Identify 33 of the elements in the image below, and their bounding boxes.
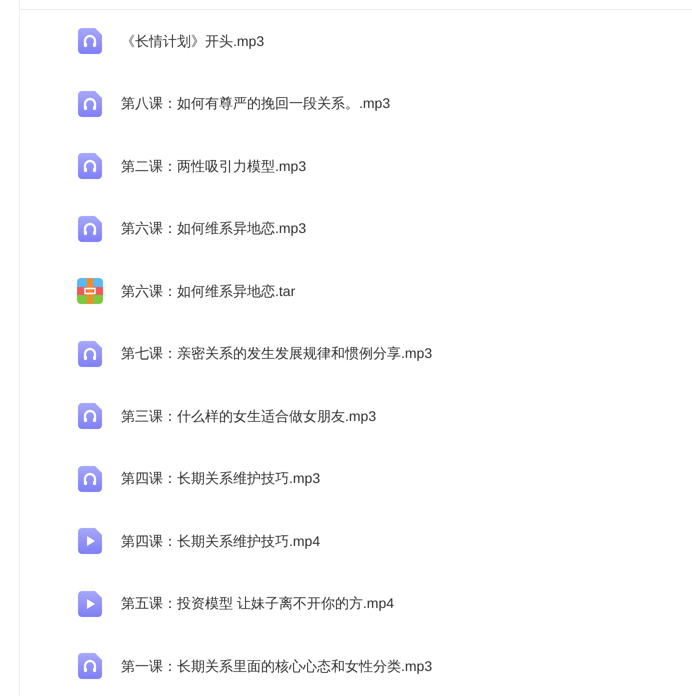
headphones-file-icon — [78, 90, 102, 117]
file-row[interactable]: 第六课：如何维系异地恋.tar — [20, 260, 692, 322]
headphones-file-icon — [78, 153, 102, 180]
headphones-file-icon — [78, 216, 102, 242]
file-row[interactable]: 第三课：什么样的女生适合做女朋友.mp3 — [20, 385, 692, 448]
file-row[interactable]: 第六课：如何维系异地恋.mp3 — [20, 198, 692, 260]
file-row[interactable]: 第五课：投资模型 让妹子离不开你的方.mp4 — [20, 572, 692, 635]
file-name: 第七课：亲密关系的发生发展规律和惯例分享.mp3 — [121, 344, 432, 364]
file-name: 第二课：两性吸引力模型.mp3 — [121, 156, 306, 176]
file-row[interactable]: 第一课：长期关系里面的核心心态和女性分类.mp3 — [20, 635, 692, 696]
file-row[interactable]: 《长情计划》开头.mp3 — [20, 10, 692, 72]
file-name: 第四课：长期关系维护技巧.mp3 — [121, 469, 320, 488]
file-name: 第六课：如何维系异地恋.tar — [121, 282, 296, 301]
play-file-icon — [78, 528, 102, 554]
file-row[interactable]: 第四课：长期关系维护技巧.mp4 — [20, 510, 692, 572]
file-row[interactable]: 第八课：如何有尊严的挽回一段关系。.mp3 — [20, 72, 692, 135]
archive-icon — [77, 278, 103, 304]
headphones-file-icon — [78, 340, 102, 367]
headphones-file-icon — [78, 28, 102, 54]
file-row[interactable]: 第四课：长期关系维护技巧.mp3 — [20, 448, 692, 510]
file-name: 《长情计划》开头.mp3 — [121, 32, 264, 51]
play-file-icon — [78, 590, 102, 617]
headphones-file-icon — [78, 403, 102, 430]
file-name: 第八课：如何有尊严的挽回一段关系。.mp3 — [121, 94, 390, 114]
file-name: 第五课：投资模型 让妹子离不开你的方.mp4 — [121, 594, 394, 614]
file-row[interactable]: 第二课：两性吸引力模型.mp3 — [20, 135, 692, 198]
file-name: 第一课：长期关系里面的核心心态和女性分类.mp3 — [121, 656, 432, 676]
file-row[interactable]: 第七课：亲密关系的发生发展规律和惯例分享.mp3 — [20, 322, 692, 385]
headphones-file-icon — [78, 653, 102, 680]
file-name: 第三课：什么样的女生适合做女朋友.mp3 — [121, 406, 376, 426]
headphones-file-icon — [78, 466, 102, 492]
file-name: 第四课：长期关系维护技巧.mp4 — [121, 532, 320, 551]
file-name: 第六课：如何维系异地恋.mp3 — [121, 219, 306, 238]
